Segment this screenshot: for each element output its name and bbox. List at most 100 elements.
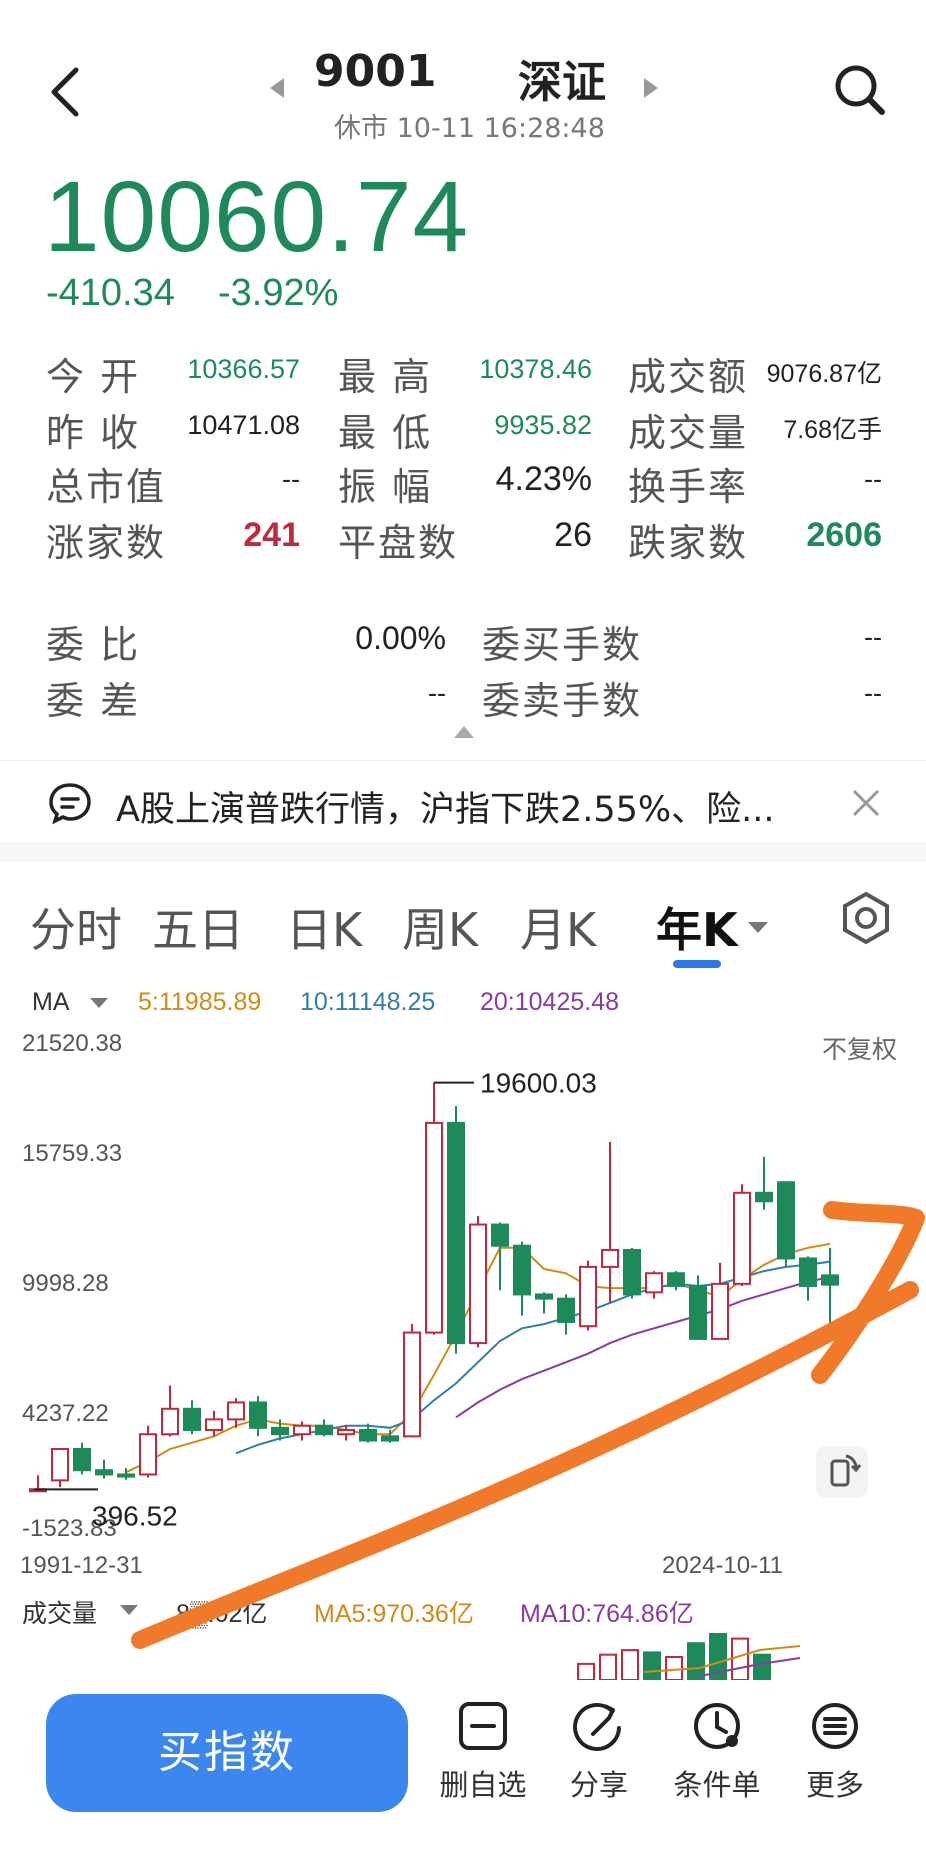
tab-five-day[interactable]: 五日: [152, 894, 244, 960]
stats-row: 委 差 -- 委卖手数 --: [0, 666, 926, 723]
remove-watchlist-button[interactable]: 删自选: [428, 1690, 538, 1830]
bid-diff-label: 委 差: [46, 679, 141, 723]
candle-body: [711, 1282, 729, 1340]
prev-close-value: 10471.08: [187, 410, 300, 440]
active-tab-indicator: [673, 960, 721, 968]
share-button[interactable]: 分享: [544, 1690, 654, 1830]
candle-body: [315, 1424, 333, 1436]
volume-ma5: MA5:970.36亿: [314, 1600, 474, 1628]
candles: [29, 1082, 839, 1493]
chevron-down-icon[interactable]: [748, 922, 768, 933]
candle: [799, 1256, 817, 1301]
candle-body: [205, 1418, 223, 1431]
candle-body: [51, 1448, 69, 1482]
next-stock-icon[interactable]: [644, 78, 658, 98]
volume-value: 7.68亿手: [783, 416, 882, 444]
candle-body: [491, 1223, 509, 1247]
candle: [425, 1082, 443, 1335]
tab-daily-k[interactable]: 日K: [286, 894, 362, 960]
high-value: 10378.46: [479, 354, 592, 384]
candle-body: [337, 1428, 355, 1436]
stats-row: 涨家数 241 平盘数 26 跌家数 2606: [0, 508, 926, 565]
candle-body: [447, 1121, 465, 1345]
rotate-screen-button[interactable]: [816, 1446, 868, 1498]
candle: [777, 1181, 795, 1267]
candle: [667, 1271, 685, 1291]
candle-body: [249, 1401, 267, 1429]
turnover-label: 成交额: [628, 355, 749, 399]
candle-body: [425, 1121, 443, 1334]
condition-order-button[interactable]: 条件单: [662, 1690, 772, 1830]
news-headline[interactable]: A股上演普跌行情，沪指下跌2.55%、险...: [116, 781, 775, 832]
tab-yearly-k[interactable]: 年K: [656, 894, 738, 960]
minus-square-icon: [459, 1702, 507, 1750]
prev-stock-icon[interactable]: [270, 78, 284, 98]
volume-chart: [577, 1633, 801, 1680]
candlestick-chart[interactable]: 19600.03 396.52: [0, 1030, 926, 1620]
candle: [513, 1241, 531, 1316]
candle-body: [381, 1435, 399, 1442]
candle: [711, 1262, 729, 1340]
candle: [161, 1385, 179, 1437]
candle: [645, 1271, 663, 1299]
ma-label[interactable]: MA: [32, 988, 70, 1017]
menu-icon: [812, 1703, 858, 1749]
share-icon: [573, 1702, 621, 1751]
close-icon[interactable]: [846, 783, 886, 823]
section-divider: [0, 842, 926, 862]
volume-legend: 成交量 8▒.02亿 MA5:970.36亿 MA10:764.86亿: [0, 1590, 926, 1630]
stats-row: 今 开 10366.57 最 高 10378.46 成交额 9076.87亿: [0, 340, 926, 399]
candle-body: [667, 1272, 685, 1287]
candle: [557, 1294, 575, 1335]
tab-intraday[interactable]: 分时: [30, 894, 122, 960]
start-date: 1991-12-31: [20, 1552, 143, 1579]
bid-diff-value: --: [428, 678, 446, 708]
candle: [249, 1396, 267, 1437]
news-banner[interactable]: A股上演普跌行情，沪指下跌2.55%、险...: [0, 760, 926, 842]
candle: [755, 1156, 773, 1210]
stats-row: 委 比 0.00% 委买手数 --: [0, 610, 926, 667]
unchanged-value: 26: [554, 516, 592, 554]
volume-bar: [621, 1649, 639, 1680]
candle-body: [403, 1331, 421, 1438]
end-date: 2024-10-11: [662, 1552, 783, 1579]
candle: [733, 1184, 751, 1286]
candle: [623, 1247, 641, 1299]
candle-body: [535, 1293, 553, 1300]
candle-body: [271, 1426, 289, 1436]
back-arrow-icon[interactable]: [42, 62, 92, 122]
volume-bar: [599, 1653, 617, 1680]
candle: [535, 1292, 553, 1314]
candle: [73, 1442, 91, 1475]
candle: [95, 1459, 113, 1479]
more-button[interactable]: 更多: [780, 1690, 890, 1830]
price-change: -410.34: [46, 272, 175, 314]
high-label: 最 高: [338, 355, 433, 399]
buy-index-button[interactable]: 买指数: [46, 1694, 408, 1812]
candle-body: [623, 1248, 641, 1296]
candle: [821, 1247, 839, 1325]
volume-bar: [687, 1642, 705, 1680]
rotate-icon: [830, 1454, 862, 1487]
volume-label[interactable]: 成交量: [22, 1594, 97, 1630]
volume-bar: [643, 1651, 661, 1680]
tab-monthly-k[interactable]: 月K: [520, 894, 596, 960]
candle-body: [117, 1473, 135, 1478]
volume-bar: [753, 1653, 771, 1680]
ma-legend: MA 5:11985.89 10:11148.25 20:10425.48: [0, 984, 926, 1024]
ma5-value: 5:11985.89: [138, 988, 262, 1016]
volume-bar: [731, 1637, 749, 1680]
turnover-rate-value: --: [864, 464, 882, 494]
candle: [447, 1105, 465, 1354]
turnover-rate-label: 换手率: [628, 465, 749, 509]
tab-weekly-k[interactable]: 周K: [402, 894, 478, 960]
search-icon[interactable]: [830, 60, 890, 120]
candle-body: [513, 1244, 531, 1296]
prev-close-label: 昨 收: [46, 411, 141, 455]
candle: [491, 1222, 509, 1291]
settings-hexagon-icon[interactable]: [838, 890, 894, 946]
chevron-down-icon[interactable]: [120, 1605, 138, 1615]
collapse-caret-icon[interactable]: [454, 726, 474, 738]
chevron-down-icon[interactable]: [90, 998, 108, 1008]
turnover-value: 9076.87亿: [766, 360, 882, 388]
